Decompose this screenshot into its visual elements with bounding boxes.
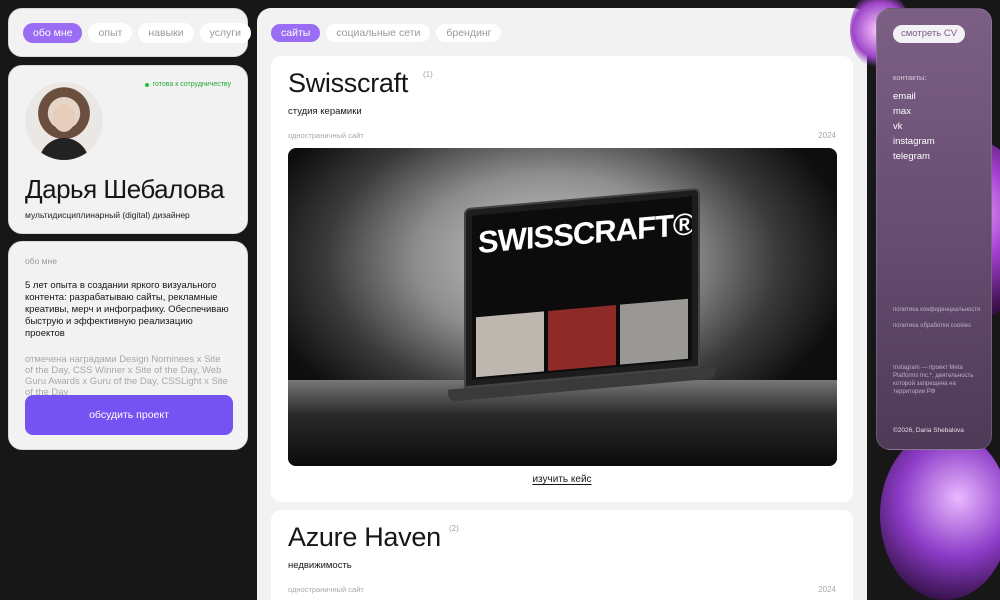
nav-item-services[interactable]: услуги [199,22,252,43]
project-title: Swisscraft [288,68,409,98]
status-text: готова к сотрудничеству [152,81,231,88]
preview-tile [620,298,688,365]
about-label: обо мне [25,256,57,266]
project-number: (2) [449,524,459,533]
instagram-disclaimer: Instagram — проект Meta Platforms Inc.*,… [893,365,974,395]
project-card[interactable]: Azure Haven (2) недвижимость одностранич… [271,510,853,600]
status-dot-icon [144,82,149,87]
project-type: одностраничный сайт [288,585,364,594]
tab-social[interactable]: социальные сети [326,24,431,42]
contact-instagram-link[interactable]: instagram [893,134,935,149]
contacts-label: контакты: [893,73,927,82]
profile-role: мультидисциплинарный (digital) дизайнер [25,210,190,220]
about-text: 5 лет опыта в создании яркого визуальног… [25,280,229,339]
project-preview-image[interactable]: SWISSCRAFT® [288,148,837,466]
contact-email-link[interactable]: email [893,89,935,104]
contact-vk-link[interactable]: vk [893,119,935,134]
preview-tile [548,305,616,371]
category-tabs: сайты социальные сети брендинг [271,24,502,42]
project-card[interactable]: Swisscraft (1) студия керамики одностран… [271,56,853,502]
profile-name: Дарья Шебалова [25,174,225,204]
view-case-link[interactable]: изучить кейс [271,474,853,485]
project-category: недвижимость [288,560,352,571]
preview-tile [476,311,544,378]
preview-tiles [476,298,688,378]
tab-websites[interactable]: сайты [271,24,321,42]
contact-telegram-link[interactable]: telegram [893,149,935,164]
shelf-shape [288,380,837,466]
copyright: ©2026, Daria Shebalova [893,427,964,434]
about-card: обо мне 5 лет опыта в создании яркого ви… [8,241,248,450]
portfolio-panel: сайты социальные сети брендинг Swisscraf… [257,8,867,600]
profile-card: готова к сотрудничеству Дарья Шебалова м… [8,65,248,234]
project-type: одностраничный сайт [288,131,364,140]
avatar [25,82,103,160]
nav-item-experience[interactable]: опыт [88,22,133,43]
privacy-policy-link[interactable]: политика конфиденциальности [893,307,980,313]
section-nav: обо мне опыт навыки услуги [8,8,252,57]
status-badge: готова к сотрудничеству [144,81,231,88]
laptop-screen: SWISSCRAFT® [472,196,692,380]
project-number: (1) [423,70,433,79]
avatar-shoulders [39,138,89,160]
blob-shape [880,430,1000,600]
project-category: студия керамики [288,106,362,117]
contacts-list: email max vk instagram telegram [893,89,935,164]
project-year: 2024 [818,585,836,594]
cookie-policy-link[interactable]: политика обработки cookies [893,323,971,329]
preview-brand: SWISSCRAFT® [478,206,692,261]
awards-text: отмечена наградами Design Nominees x Sit… [25,354,228,398]
project-title: Azure Haven [288,522,441,552]
view-cv-button[interactable]: смотреть CV [893,25,966,43]
discuss-project-button[interactable]: обсудить проект [25,395,233,435]
nav-item-about[interactable]: обо мне [23,22,83,43]
contact-max-link[interactable]: max [893,104,935,119]
nav-item-skills[interactable]: навыки [138,22,194,43]
laptop-mockup: SWISSCRAFT® [464,187,700,389]
contacts-panel: смотреть CV контакты: email max vk insta… [876,8,992,450]
avatar-face [53,104,75,132]
tab-branding[interactable]: брендинг [436,24,502,42]
project-year: 2024 [818,131,836,140]
